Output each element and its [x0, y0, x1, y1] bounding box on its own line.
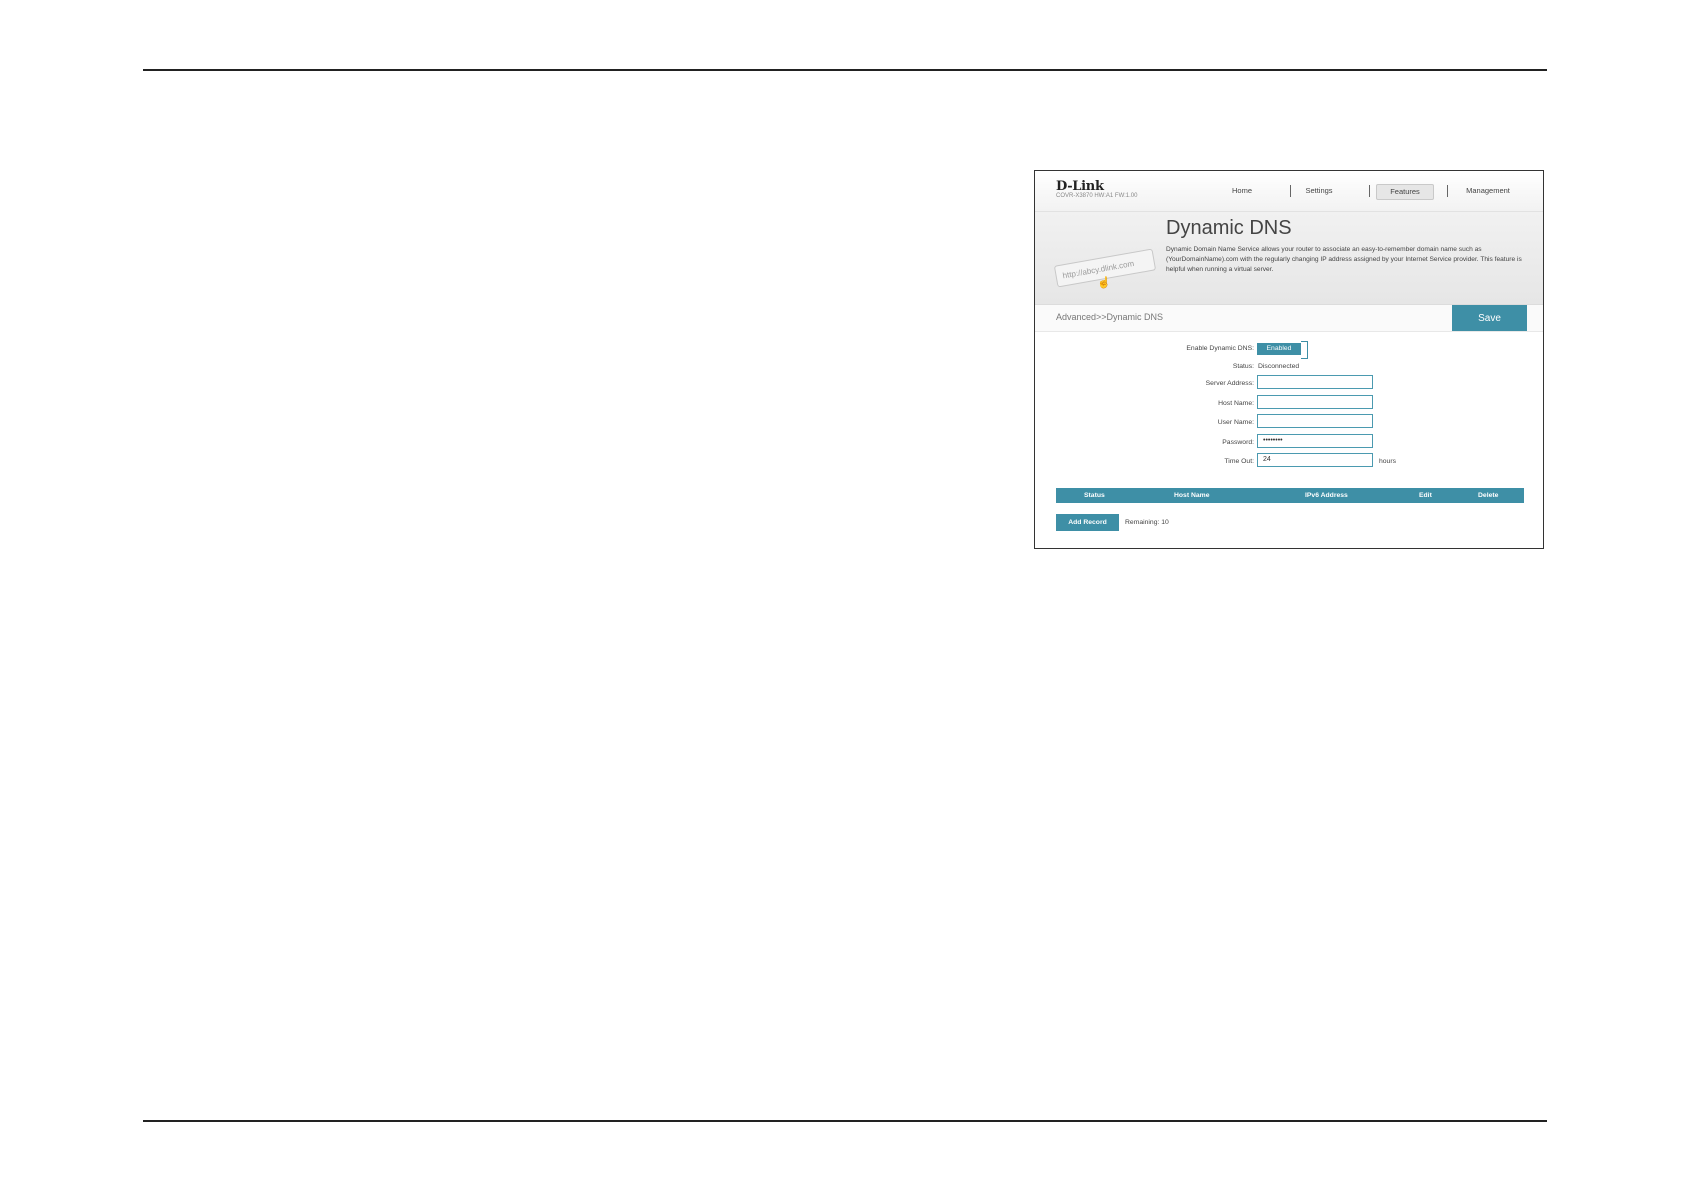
- nav-settings[interactable]: Settings: [1297, 184, 1341, 198]
- toggle-knob: [1301, 341, 1308, 359]
- column-delete: Delete: [1478, 492, 1499, 499]
- footer-rule: [143, 1120, 1547, 1122]
- password-input[interactable]: ••••••••: [1257, 434, 1373, 448]
- user-name-input[interactable]: [1257, 414, 1373, 428]
- header-rule: [143, 69, 1547, 71]
- column-edit: Edit: [1419, 492, 1432, 499]
- host-name-input[interactable]: [1257, 395, 1373, 409]
- server-address-input[interactable]: [1257, 375, 1373, 389]
- toggle-state-label: Enabled: [1257, 343, 1301, 355]
- records-table-header: Status Host Name IPv6 Address Edit Delet…: [1056, 488, 1524, 503]
- save-button[interactable]: Save: [1452, 305, 1527, 331]
- page-banner: http://abcy.dlink.com ☝ Dynamic DNS Dyna…: [1035, 212, 1543, 305]
- enable-ddns-toggle[interactable]: Enabled: [1257, 341, 1309, 359]
- pointer-hand-icon: ☝: [1097, 277, 1111, 289]
- dlink-logo: D-Link: [1056, 179, 1104, 194]
- column-ipv6-address: IPv6 Address: [1305, 492, 1348, 499]
- nav-separator: [1369, 185, 1370, 197]
- password-label: Password:: [1222, 439, 1254, 446]
- nav-features[interactable]: Features: [1376, 184, 1434, 200]
- timeout-label: Time Out:: [1224, 458, 1254, 465]
- enable-ddns-label: Enable Dynamic DNS:: [1186, 345, 1254, 352]
- page-title: Dynamic DNS: [1166, 217, 1292, 239]
- nav-management[interactable]: Management: [1453, 184, 1523, 198]
- server-address-label: Server Address:: [1205, 380, 1254, 387]
- column-status: Status: [1084, 492, 1105, 499]
- status-label: Status:: [1232, 363, 1254, 370]
- remaining-count: Remaining: 10: [1125, 519, 1169, 526]
- host-name-label: Host Name:: [1218, 400, 1254, 407]
- page-description: Dynamic Domain Name Service allows your …: [1166, 246, 1522, 273]
- timeout-unit: hours: [1379, 458, 1397, 465]
- router-screenshot: D-Link COVR-X3870 HW:A1 FW:1.00 Home Set…: [1034, 170, 1544, 549]
- top-nav-bar: D-Link COVR-X3870 HW:A1 FW:1.00 Home Set…: [1035, 171, 1543, 212]
- user-name-label: User Name:: [1217, 419, 1254, 426]
- timeout-input[interactable]: 24: [1257, 453, 1373, 467]
- nav-home[interactable]: Home: [1221, 184, 1263, 198]
- nav-separator: [1290, 185, 1291, 197]
- model-info: COVR-X3870 HW:A1 FW:1.00: [1056, 193, 1138, 199]
- column-host-name: Host Name: [1174, 492, 1210, 499]
- nav-separator: [1447, 185, 1448, 197]
- breadcrumb[interactable]: Advanced>>Dynamic DNS: [1056, 312, 1163, 322]
- status-value: Disconnected: [1258, 363, 1300, 370]
- add-record-button[interactable]: Add Record: [1056, 514, 1119, 531]
